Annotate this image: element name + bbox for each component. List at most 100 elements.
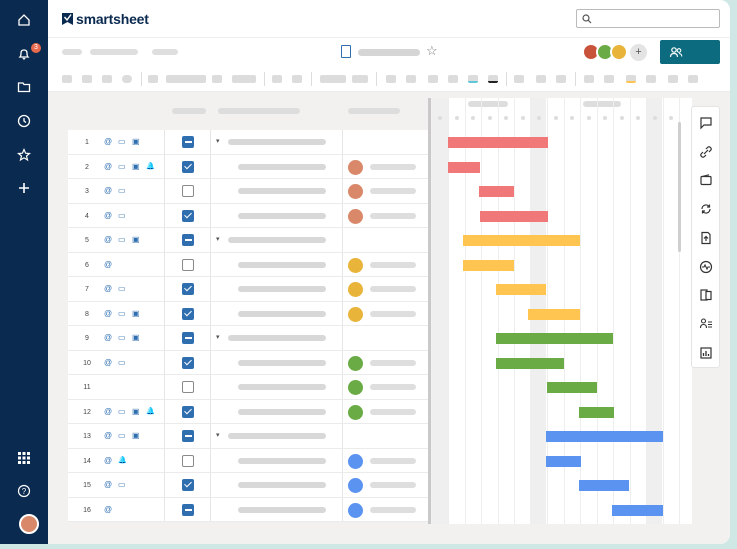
- gantt-bar[interactable]: [496, 284, 546, 295]
- table-row[interactable]: 8 @ ▭ ▣: [68, 302, 428, 326]
- task-name-cell[interactable]: [228, 335, 326, 341]
- table-row[interactable]: 4 @ ▭: [68, 204, 428, 228]
- reminder-icon[interactable]: 🔔: [146, 407, 155, 416]
- assignee-avatar[interactable]: [348, 502, 363, 518]
- collaborator-avatar[interactable]: [610, 43, 628, 61]
- assignee-name-cell[interactable]: [370, 310, 416, 317]
- toolbar-button[interactable]: [448, 75, 458, 83]
- plus-icon[interactable]: [14, 178, 34, 198]
- attachment-icon[interactable]: @: [104, 480, 112, 489]
- gantt-bar[interactable]: [546, 455, 581, 467]
- nav-pill[interactable]: [152, 49, 178, 55]
- table-row[interactable]: 7 @ ▭: [68, 277, 428, 302]
- row-checkbox[interactable]: [182, 258, 194, 271]
- task-name-cell[interactable]: [228, 139, 326, 145]
- comment-icon[interactable]: ▭: [118, 431, 126, 440]
- task-name-cell[interactable]: [238, 359, 326, 366]
- proof-icon[interactable]: ▣: [132, 309, 140, 318]
- toolbar-button[interactable]: [688, 75, 698, 83]
- proof-icon[interactable]: ▣: [132, 162, 140, 171]
- gantt-bar[interactable]: [448, 137, 548, 148]
- assignee-name-cell[interactable]: [370, 212, 416, 219]
- people-icon[interactable]: [699, 317, 713, 331]
- reminder-icon[interactable]: 🔔: [146, 162, 155, 171]
- table-row[interactable]: 3 @ ▭: [68, 179, 428, 204]
- assignee-name-cell[interactable]: [370, 188, 416, 194]
- assignee-avatar[interactable]: [348, 404, 363, 420]
- attachment-icon[interactable]: @: [104, 456, 112, 465]
- link-icon[interactable]: [699, 145, 713, 159]
- toolbar-button[interactable]: [584, 75, 594, 83]
- table-row[interactable]: 1 @ ▭ ▣ ▾: [68, 130, 428, 155]
- row-checkbox[interactable]: [182, 405, 194, 418]
- assignee-name-cell[interactable]: [370, 506, 416, 513]
- toolbar-button[interactable]: [62, 75, 72, 83]
- gantt-bar[interactable]: [463, 235, 580, 246]
- attachment-icon[interactable]: @: [104, 186, 112, 195]
- vertical-scrollbar[interactable]: [678, 122, 681, 252]
- favorite-star-icon[interactable]: ☆: [426, 43, 438, 59]
- table-row[interactable]: 13 @ ▭ ▣ ▾: [68, 424, 428, 449]
- task-name-cell[interactable]: [238, 482, 326, 488]
- attachment-icon[interactable]: @: [104, 407, 112, 416]
- column-header[interactable]: [218, 108, 300, 114]
- wallet-icon[interactable]: [699, 173, 713, 187]
- activity-icon[interactable]: [699, 260, 713, 274]
- assignee-name-cell[interactable]: [370, 482, 416, 488]
- row-checkbox[interactable]: [182, 356, 194, 369]
- nav-pill[interactable]: [90, 49, 138, 55]
- gantt-bar[interactable]: [496, 333, 613, 344]
- sync-icon[interactable]: [699, 202, 713, 216]
- nav-pill[interactable]: [62, 49, 82, 55]
- pages-icon[interactable]: [699, 288, 713, 302]
- assignee-name-cell[interactable]: [370, 408, 416, 415]
- row-checkbox[interactable]: [182, 430, 194, 442]
- upload-icon[interactable]: [699, 231, 713, 245]
- toolbar-button[interactable]: [556, 75, 566, 83]
- sheet-title[interactable]: [358, 49, 420, 56]
- assignee-avatar[interactable]: [348, 257, 363, 273]
- task-name-cell[interactable]: [238, 286, 326, 292]
- toolbar-button[interactable]: [406, 75, 416, 83]
- fill-color-button[interactable]: [488, 75, 498, 83]
- row-checkbox[interactable]: [182, 454, 194, 467]
- apps-grid-icon[interactable]: [14, 448, 34, 468]
- attachment-icon[interactable]: @: [104, 309, 112, 318]
- gantt-bar[interactable]: [547, 382, 597, 393]
- row-checkbox[interactable]: [182, 185, 194, 197]
- attachment-icon[interactable]: @: [104, 505, 112, 514]
- toolbar-button[interactable]: [212, 75, 222, 83]
- comment-icon[interactable]: ▭: [118, 333, 126, 342]
- comment-icon[interactable]: ▭: [118, 480, 126, 489]
- table-row[interactable]: 6 @: [68, 253, 428, 277]
- user-avatar[interactable]: [19, 514, 39, 534]
- task-name-cell[interactable]: [238, 408, 326, 415]
- column-header[interactable]: [172, 108, 206, 114]
- task-name-cell[interactable]: [238, 261, 326, 268]
- gantt-bar[interactable]: [463, 259, 514, 271]
- assignee-avatar[interactable]: [348, 159, 363, 175]
- row-checkbox[interactable]: [182, 332, 194, 344]
- table-row[interactable]: 11: [68, 375, 428, 400]
- attachment-icon[interactable]: @: [104, 162, 112, 171]
- attachment-icon[interactable]: @: [104, 284, 112, 293]
- assignee-name-cell[interactable]: [370, 261, 416, 268]
- row-checkbox[interactable]: [182, 283, 194, 295]
- help-icon[interactable]: ?: [14, 481, 34, 501]
- attachment-icon[interactable]: @: [104, 333, 112, 342]
- text-color-button[interactable]: [468, 75, 478, 83]
- toolbar-button[interactable]: [122, 75, 132, 83]
- table-row[interactable]: 5 @ ▭ ▣ ▾: [68, 228, 428, 253]
- highlight-button[interactable]: [626, 75, 636, 83]
- attachment-icon[interactable]: @: [104, 260, 112, 269]
- task-name-cell[interactable]: [238, 310, 326, 317]
- proof-icon[interactable]: ▣: [132, 333, 140, 342]
- toolbar-button[interactable]: [646, 75, 656, 83]
- table-row[interactable]: 9 @ ▭ ▣ ▾: [68, 326, 428, 351]
- row-checkbox[interactable]: [182, 234, 194, 246]
- toolbar-dropdown[interactable]: [166, 75, 206, 83]
- assignee-avatar[interactable]: [348, 282, 363, 297]
- add-collaborator-icon[interactable]: +: [630, 44, 647, 61]
- comment-icon[interactable]: ▭: [118, 162, 126, 171]
- assignee-avatar[interactable]: [348, 380, 363, 395]
